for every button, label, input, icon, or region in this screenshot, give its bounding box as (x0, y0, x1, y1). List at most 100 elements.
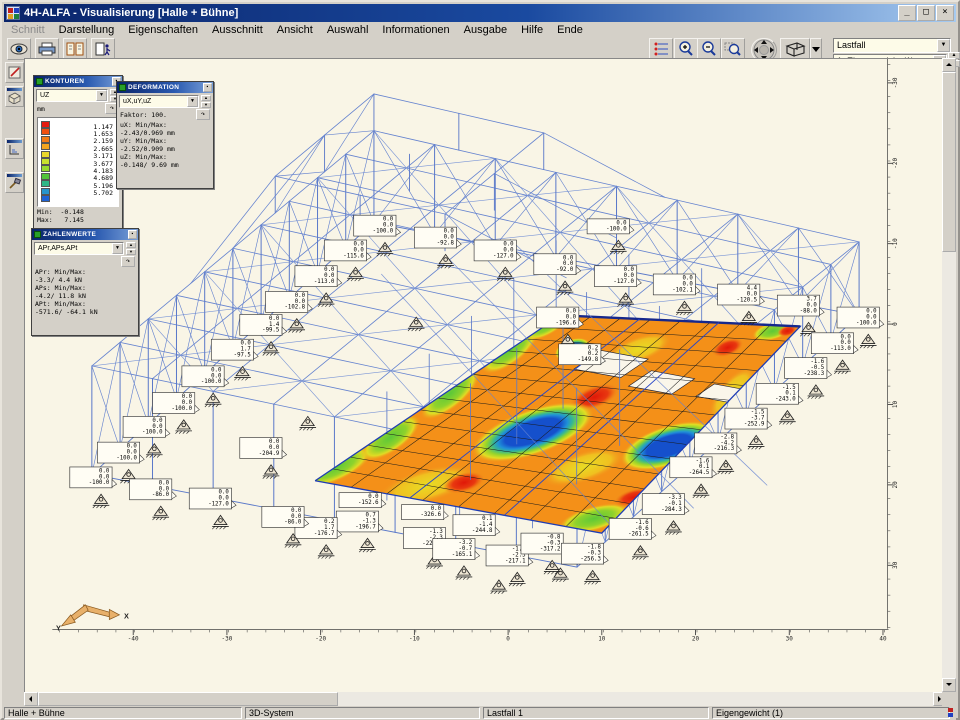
book-button[interactable] (63, 38, 87, 60)
svg-text:-113.0: -113.0 (314, 279, 335, 285)
ruler-label: -10 (892, 238, 899, 249)
node-value-label: 0.00.0-100.0 (354, 215, 401, 236)
svg-text:-127.0: -127.0 (208, 501, 229, 507)
scroll-down-icon[interactable] (942, 678, 956, 692)
svg-text:-92.8: -92.8 (437, 240, 455, 246)
scale-color-9 (41, 188, 50, 195)
zahlenwerte-row-label: APt: Min/Max: (35, 301, 135, 308)
close-icon[interactable]: ▪ (203, 83, 212, 92)
menu-ansicht[interactable]: Ansicht (270, 23, 320, 37)
scroll-left-icon[interactable] (24, 692, 38, 706)
apply-button[interactable]: ↷ (121, 256, 135, 267)
support-icon (153, 506, 170, 520)
deformation-dropdown[interactable]: uX,uY,uZ▼ (119, 95, 199, 108)
visibility-tree-button[interactable] (649, 38, 673, 60)
deformation-row-label: uX: Min/Max: (120, 122, 210, 129)
deformation-spinner[interactable]: ▲▼ (201, 95, 211, 108)
chevron-down-icon[interactable]: ▼ (112, 243, 123, 254)
apply-button[interactable]: ↷ (196, 109, 210, 120)
svg-text:-100.0: -100.0 (171, 406, 192, 412)
support-icon (491, 580, 508, 594)
support-icon (263, 465, 280, 479)
support-icon (748, 435, 765, 449)
view-eye-button[interactable] (7, 38, 31, 60)
menu-eigenschaften[interactable]: Eigenschaften (121, 23, 205, 37)
ruler-label: 40 (879, 636, 887, 643)
node-value-label: 0.00.0-127.0 (189, 488, 236, 509)
print-button[interactable] (35, 38, 59, 60)
status-icon (947, 708, 955, 718)
sketch-tool-button[interactable] (5, 62, 24, 83)
zahlenwerte-spinner[interactable]: ▲▼ (126, 242, 136, 255)
menu-ende[interactable]: Ende (550, 23, 590, 37)
svg-text:-120.5: -120.5 (737, 297, 758, 303)
deformation-row-label: uY: Min/Max: (120, 138, 210, 145)
support-icon (212, 515, 229, 529)
dimension-tool-button[interactable] (5, 138, 24, 159)
node-value-label: -1.6-0.5-238.3 (785, 358, 832, 379)
axis-indicator: XY (56, 605, 129, 633)
vscroll-thumb[interactable] (942, 72, 956, 252)
ruler-label: 10 (598, 636, 606, 643)
svg-text:-326.6: -326.6 (420, 512, 441, 518)
node-value-label: 0.00.0-100.0 (97, 442, 144, 463)
node-value-label: 0.0-100.0 (587, 219, 634, 234)
menu-informationen[interactable]: Informationen (375, 23, 456, 37)
hscroll-thumb[interactable] (38, 692, 338, 706)
node-value-label: -1.5-3.7-252.9 (725, 408, 772, 429)
deformation-panel: DEFORMATION▪ uX,uY,uZ▼ ▲▼ Faktor: 100.↷ … (116, 81, 214, 189)
support-icon (834, 360, 851, 374)
node-value-label: 0.00.0-127.0 (474, 240, 521, 261)
lastfall-combo[interactable]: Lastfall▼ (833, 38, 951, 53)
zoom-out-button[interactable] (697, 38, 721, 60)
status-bar: Halle + Bühne 3D-System Lastfall 1 Eigen… (4, 706, 956, 720)
deformation-title[interactable]: DEFORMATION▪ (117, 82, 213, 93)
svg-text:-244.8: -244.8 (472, 528, 493, 534)
scroll-up-icon[interactable] (942, 58, 956, 72)
menu-auswahl[interactable]: Auswahl (320, 23, 376, 37)
node-value-label: -1.6-0.6-261.5 (609, 518, 656, 539)
panel-icon (34, 231, 41, 238)
konturen-title[interactable]: KONTUREN▪ (34, 76, 122, 87)
maximize-button[interactable]: □ (917, 5, 935, 21)
hammer-tool-button[interactable] (5, 172, 24, 193)
support-icon (557, 281, 574, 295)
close-button[interactable]: × (936, 5, 954, 21)
konturen-dropdown[interactable]: UZ▼ (36, 89, 108, 102)
chevron-down-icon[interactable]: ▼ (187, 96, 198, 107)
svg-text:-264.5: -264.5 (689, 470, 710, 476)
model-box-button[interactable] (5, 86, 24, 107)
node-value-label: 0.20.2-149.8 (559, 344, 606, 365)
node-value-label: 0.01.7-97.5 (211, 339, 258, 360)
horizontal-scrollbar[interactable] (24, 692, 947, 706)
vertical-scrollbar[interactable] (942, 58, 956, 692)
view-3d-dropdown[interactable] (810, 38, 822, 60)
support-icon (234, 367, 251, 381)
menu-ausschnitt[interactable]: Ausschnitt (205, 23, 270, 37)
konturen-min: Min: -0.148 (37, 209, 119, 216)
window-title: 4H-ALFA - Visualisierung [Halle + Bühne] (24, 7, 897, 19)
menu-hilfe[interactable]: Hilfe (514, 23, 550, 37)
menu-darstellung[interactable]: Darstellung (52, 23, 122, 37)
status-lastfall: Lastfall 1 (483, 707, 709, 719)
chevron-down-icon[interactable]: ▼ (937, 39, 950, 52)
status-loadcase: Eigengewicht (1) (712, 707, 950, 719)
svg-text:-165.1: -165.1 (452, 552, 473, 558)
zahlenwerte-dropdown[interactable]: APr,APs,APt▼ (34, 242, 124, 255)
zoom-window-button[interactable] (721, 38, 745, 60)
svg-text:-243.0: -243.0 (775, 397, 796, 403)
zoom-in-button[interactable] (674, 38, 698, 60)
zahlenwerte-title[interactable]: ZAHLENWERTE▪ (32, 229, 138, 240)
exit-door-button[interactable] (91, 38, 115, 60)
svg-text:-100.0: -100.0 (606, 226, 627, 232)
node-value-label: 0.00.0-92.0 (534, 254, 581, 275)
close-icon[interactable]: ▪ (128, 230, 137, 239)
minimize-button[interactable]: _ (898, 5, 916, 21)
drawing-canvas[interactable]: 0.00.0-100.00.00.0-115.60.00.0-113.00.00… (24, 58, 947, 692)
chevron-down-icon[interactable]: ▼ (96, 90, 107, 101)
menu-ausgabe[interactable]: Ausgabe (457, 23, 514, 37)
ruler-label: 30 (786, 636, 794, 643)
view-3d-button[interactable] (780, 38, 810, 60)
svg-text:-113.0: -113.0 (830, 346, 851, 352)
y-axis-label: Y (56, 624, 61, 633)
